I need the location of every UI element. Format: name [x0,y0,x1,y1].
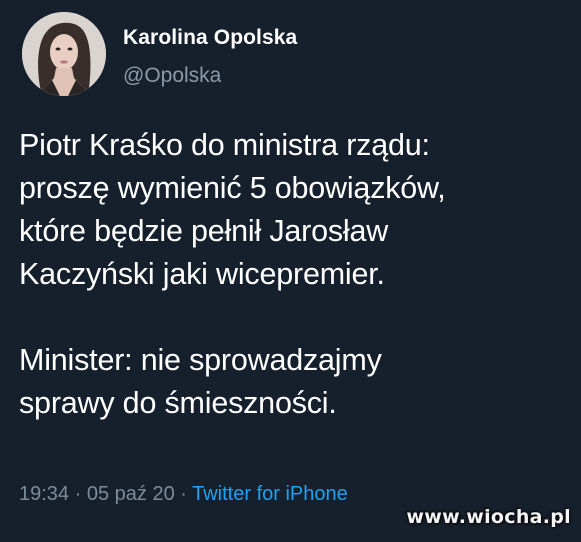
meta-separator: · [174,483,193,505]
avatar-image [22,12,106,96]
tweet-text: Piotr Kraśko do ministra rządu: proszę w… [19,128,446,420]
tweet-time[interactable]: 19:34 [19,483,69,505]
author-name[interactable]: Karolina Opolska [123,26,297,50]
watermark: www.wiocha.pl [406,506,571,528]
meta-separator: · [69,483,87,505]
tweet-metadata: 19:34 · 05 paź 20 · Twitter for iPhone [19,483,348,506]
author-handle[interactable]: @Opolska [123,64,221,88]
avatar[interactable] [22,12,106,96]
tweet-date[interactable]: 05 paź 20 [87,483,175,505]
tweet-source-link[interactable]: Twitter for iPhone [192,483,348,505]
tweet-card: Karolina Opolska @Opolska Piotr Kraśko d… [0,0,581,542]
